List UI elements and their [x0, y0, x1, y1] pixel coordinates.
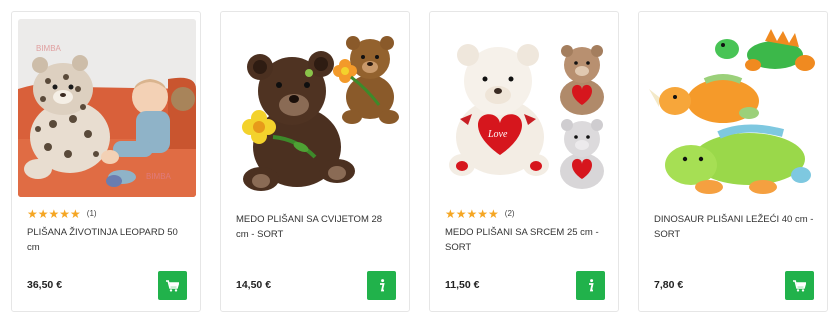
rating-stars: ★★★★★: [27, 207, 81, 221]
add-to-cart-button[interactable]: [785, 271, 814, 300]
cart-icon: [793, 279, 806, 292]
product-rating: ★★★★★ (2): [445, 208, 515, 220]
product-card[interactable]: MEDO PLIŠANI SA CVIJETOM 28 cm - SORT 14…: [220, 11, 410, 312]
info-icon: [379, 279, 385, 292]
product-grid: BIMBA BIMBA ★★★★★ (1) PLIŠANA ŽIVOTINJA …: [0, 0, 840, 323]
info-icon: [588, 279, 594, 292]
rating-count: (1): [86, 209, 97, 218]
add-to-cart-button[interactable]: [158, 271, 187, 300]
info-button[interactable]: [576, 271, 605, 300]
product-title[interactable]: PLIŠANA ŽIVOTINJA LEOPARD 50 cm: [27, 225, 187, 255]
watermark-text: BIMBA: [146, 172, 172, 181]
product-price: 11,50 €: [445, 279, 480, 291]
heart-label: Love: [487, 129, 508, 140]
bear-with-flower-image: [227, 19, 405, 197]
leopard-plush-image: BIMBA BIMBA: [18, 19, 196, 197]
info-button[interactable]: [367, 271, 396, 300]
bear-with-heart-image: Love: [436, 19, 614, 197]
product-title[interactable]: MEDO PLIŠANI SA CVIJETOM 28 cm - SORT: [236, 212, 396, 242]
product-image-bear-heart[interactable]: Love: [436, 19, 614, 197]
product-rating: ★★★★★ (1): [27, 208, 97, 220]
cart-icon: [166, 279, 179, 292]
product-price: 14,50 €: [236, 279, 272, 291]
rating-count: (2): [504, 209, 515, 218]
product-image-bear-flower[interactable]: [227, 19, 405, 197]
product-card[interactable]: BIMBA BIMBA ★★★★★ (1) PLIŠANA ŽIVOTINJA …: [11, 11, 201, 312]
dinosaur-plush-image: [645, 19, 823, 197]
product-card[interactable]: DINOSAUR PLIŠANI LEŽEĆI 40 cm - SORT 7,8…: [638, 11, 828, 312]
product-card[interactable]: Love ★★★★★ (2) MEDO PLIŠANI SA SRCEM 25 …: [429, 11, 619, 312]
watermark-text: BIMBA: [36, 44, 62, 53]
product-price: 36,50 €: [27, 279, 63, 291]
product-image-leopard[interactable]: BIMBA BIMBA: [18, 19, 196, 197]
product-title[interactable]: DINOSAUR PLIŠANI LEŽEĆI 40 cm - SORT: [654, 212, 814, 242]
product-image-dinosaur[interactable]: [645, 19, 823, 197]
rating-stars: ★★★★★: [445, 207, 499, 221]
product-title[interactable]: MEDO PLIŠANI SA SRCEM 25 cm - SORT: [445, 225, 605, 255]
product-price: 7,80 €: [654, 279, 684, 291]
